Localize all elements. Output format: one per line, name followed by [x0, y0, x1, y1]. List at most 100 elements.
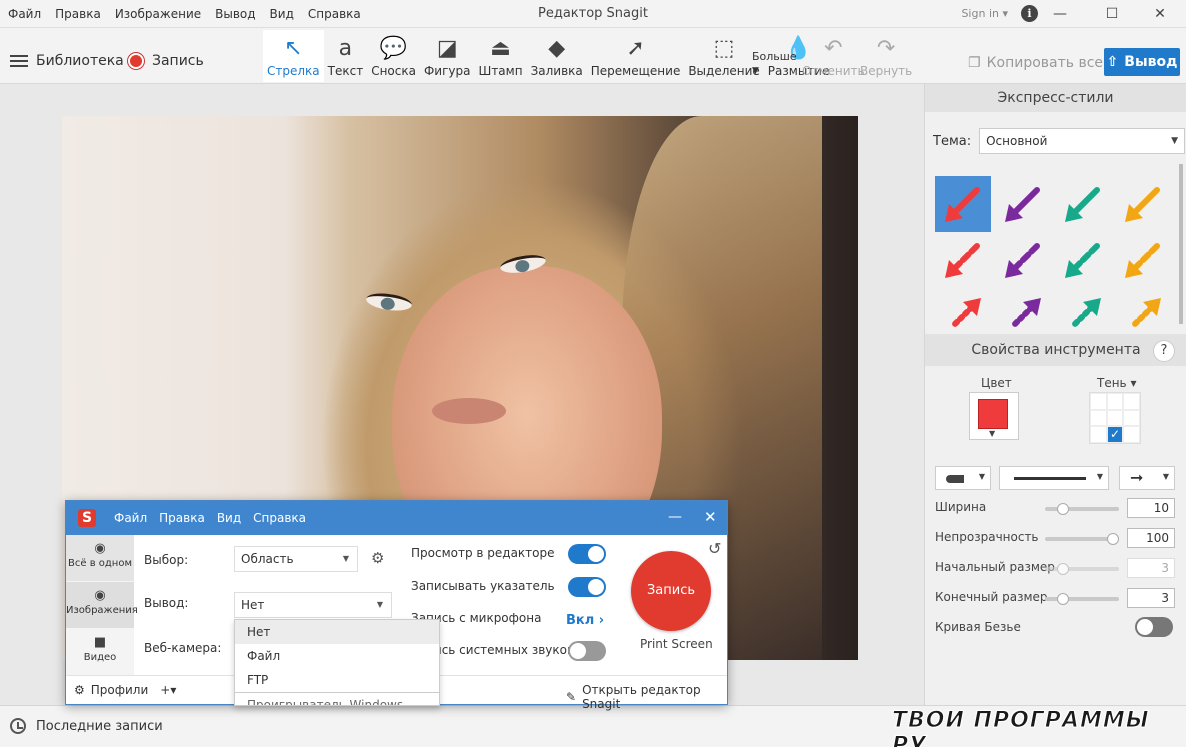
minimize-icon[interactable]: —: [1048, 4, 1072, 24]
selection-select[interactable]: Область: [234, 546, 358, 572]
mic-toggle[interactable]: Вкл ›: [566, 613, 604, 628]
quick-style-item[interactable]: [995, 288, 1051, 332]
tool-label: Текст: [327, 64, 364, 78]
selection-icon: ⬚: [713, 35, 735, 61]
chevron-down-icon: ▼: [989, 429, 996, 438]
preview-toggle[interactable]: [568, 544, 606, 564]
quick-style-item[interactable]: [995, 232, 1051, 288]
end-size-slider[interactable]: [1045, 593, 1119, 605]
more-button[interactable]: Больше ▼: [752, 50, 797, 76]
start-size-slider[interactable]: [1045, 563, 1119, 575]
styles-scrollbar[interactable]: [1179, 164, 1183, 324]
width-label: Ширина: [935, 500, 987, 514]
quick-style-item[interactable]: [1055, 288, 1111, 332]
mode-all-in-one[interactable]: ◉ Всё в одном: [66, 535, 134, 581]
start-size-field[interactable]: 3: [1127, 558, 1175, 578]
tool-shape[interactable]: ◪ Фигура: [420, 30, 475, 82]
width-field[interactable]: 10: [1127, 498, 1175, 518]
shadow-grid[interactable]: ✓: [1089, 392, 1141, 444]
close-icon[interactable]: ✕: [1148, 4, 1172, 24]
tool-callout[interactable]: 💬 Сноска: [367, 30, 420, 82]
color-picker[interactable]: ▼: [969, 392, 1019, 440]
dropdown-item-ftp[interactable]: FTP: [235, 668, 439, 692]
opacity-slider[interactable]: [1045, 533, 1119, 545]
redo-button[interactable]: ↷ Вернуть: [856, 30, 916, 82]
library-button[interactable]: Библиотека: [10, 53, 124, 69]
capture-menu-edit[interactable]: Правка: [159, 511, 205, 525]
mode-image[interactable]: ◉ Изображения: [66, 582, 138, 628]
preview-label: Просмотр в редакторе: [411, 546, 555, 560]
tool-move[interactable]: ➚ Перемещение: [587, 30, 685, 82]
quick-styles-header: Экспресс-стили: [925, 84, 1186, 112]
arrow-style-icon: [945, 243, 980, 278]
width-slider-knob[interactable]: [1057, 503, 1070, 515]
menu-edit[interactable]: Правка: [55, 7, 101, 21]
output-select[interactable]: Нет: [234, 592, 392, 618]
capture-menu-view[interactable]: Вид: [217, 511, 241, 525]
shadow-label[interactable]: Тень ▾: [1097, 376, 1136, 390]
arrow-start-select[interactable]: [935, 466, 991, 490]
capture-menu-help[interactable]: Справка: [253, 511, 306, 525]
library-label: Библиотека: [36, 53, 124, 69]
arrow-end-select[interactable]: ➞: [1119, 466, 1175, 490]
theme-row: Тема: Основной: [933, 128, 1186, 154]
system-audio-toggle[interactable]: [568, 641, 606, 661]
menu-image[interactable]: Изображение: [115, 7, 201, 21]
maximize-icon[interactable]: ☐: [1100, 4, 1124, 24]
arrow-style-icon: [945, 187, 980, 222]
capture-close-icon[interactable]: ✕: [704, 508, 717, 526]
tool-text[interactable]: a Текст: [324, 30, 368, 82]
gear-icon[interactable]: ⚙: [371, 549, 384, 567]
cursor-toggle[interactable]: [568, 577, 606, 597]
capture-title-bar: S Файл Правка Вид Справка — ✕: [66, 501, 727, 535]
info-icon[interactable]: i: [1021, 5, 1038, 22]
end-size-field[interactable]: 3: [1127, 588, 1175, 608]
tool-stamp[interactable]: ⏏ Штамп: [474, 30, 526, 82]
theme-select[interactable]: Основной: [979, 128, 1186, 154]
record-button[interactable]: Запись: [128, 53, 204, 69]
record-label: Запись: [152, 53, 204, 69]
opacity-field[interactable]: 100: [1127, 528, 1175, 548]
line-icon: [1014, 477, 1086, 480]
reset-icon[interactable]: ↺: [708, 539, 721, 558]
quick-style-item[interactable]: [1115, 176, 1171, 232]
capture-minimize-icon[interactable]: —: [668, 509, 682, 525]
capture-menu-file[interactable]: Файл: [114, 511, 147, 525]
tool-arrow[interactable]: ↖ Стрелка: [263, 30, 324, 82]
open-editor-button[interactable]: ✎ Открыть редактор Snagit: [566, 683, 727, 711]
quick-style-item[interactable]: [935, 176, 991, 232]
profiles-button[interactable]: ⚙ Профили +▾: [74, 683, 176, 697]
opacity-slider-knob[interactable]: [1107, 533, 1119, 545]
quick-style-item[interactable]: [995, 176, 1051, 232]
line-cap-icon: [946, 475, 964, 483]
status-bar: Последние записи ТВОИ ПРОГРАММЫ РУ: [0, 705, 1186, 747]
menu-output[interactable]: Вывод: [215, 7, 255, 21]
dropdown-item-file[interactable]: Файл: [235, 644, 439, 668]
line-style-select[interactable]: [999, 466, 1109, 490]
menu-view[interactable]: Вид: [270, 7, 294, 21]
quick-style-item[interactable]: [935, 232, 991, 288]
sign-in-button[interactable]: Sign in ▾: [961, 7, 1008, 20]
quick-style-item[interactable]: [1115, 232, 1171, 288]
add-icon[interactable]: +▾: [160, 683, 176, 697]
help-icon[interactable]: ?: [1153, 340, 1175, 362]
end-size-slider-knob[interactable]: [1057, 593, 1070, 605]
capture-button[interactable]: Запись: [631, 551, 711, 631]
dropdown-item-none[interactable]: Нет: [235, 620, 439, 644]
dropdown-item-media-player[interactable]: Проигрыватель Windows Media: [235, 692, 439, 705]
start-size-slider-knob[interactable]: [1057, 563, 1070, 575]
quick-style-item[interactable]: [1055, 232, 1111, 288]
quick-style-item[interactable]: [1055, 176, 1111, 232]
bezier-toggle[interactable]: [1135, 617, 1173, 637]
tool-label: Выделение: [688, 64, 760, 78]
menu-help[interactable]: Справка: [308, 7, 361, 21]
output-button[interactable]: ⇧ Вывод: [1104, 48, 1180, 76]
width-slider[interactable]: [1045, 503, 1119, 515]
quick-style-item[interactable]: [1115, 288, 1171, 332]
quick-style-item[interactable]: [935, 288, 991, 332]
mode-video[interactable]: ■ Видео: [66, 629, 134, 675]
recent-captures-button[interactable]: Последние записи: [10, 718, 163, 734]
menu-file[interactable]: Файл: [8, 7, 41, 21]
copy-all-button[interactable]: ❐ Копировать все: [968, 55, 1103, 71]
tool-fill[interactable]: ◆ Заливка: [527, 30, 587, 82]
